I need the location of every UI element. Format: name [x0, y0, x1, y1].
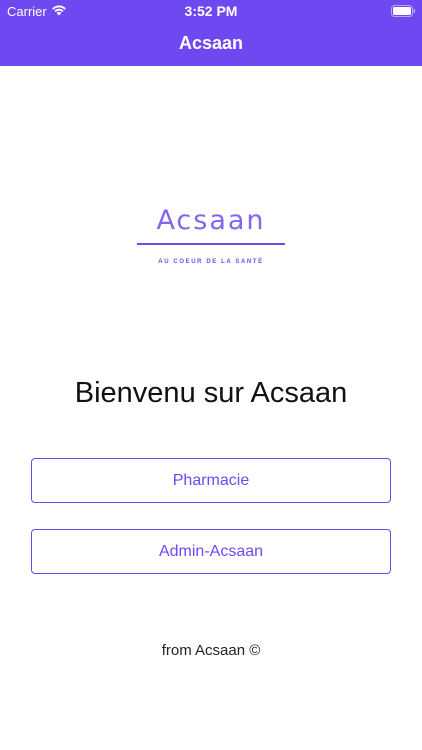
welcome-heading: Bienvenu sur Acsaan	[74, 377, 348, 409]
logo-wordmark: Acsaan	[156, 205, 266, 236]
nav-title: Acsaan	[178, 33, 244, 53]
status-bar: Carrier 3:52 PM	[0, 0, 422, 24]
footer-credit: from Acsaan ©	[161, 642, 261, 659]
acsaan-logo: Acsaan AU COEUR DE LA SANTÉ	[135, 205, 287, 267]
status-time: 3:52 PM	[184, 3, 238, 19]
logo-tagline: AU COEUR DE LA SANTÉ	[158, 259, 264, 265]
battery-icon	[391, 5, 416, 17]
pharmacie-button[interactable]: Pharmacie	[31, 458, 391, 503]
app-header: Carrier 3:52 PM Acsaan	[0, 0, 422, 66]
logo-underline	[137, 243, 285, 245]
admin-acsaan-button[interactable]: Admin-Acsaan	[31, 529, 391, 574]
